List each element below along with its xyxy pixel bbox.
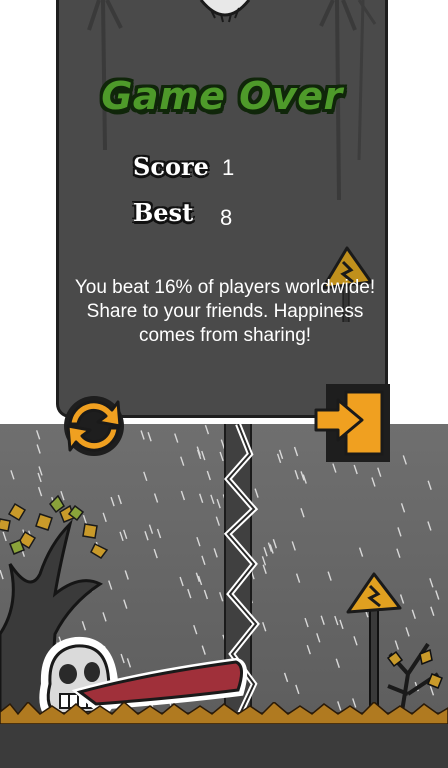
rain-drop [334,615,339,626]
rain-drop [278,449,284,460]
ground [0,702,448,768]
exit-door-icon [314,384,390,462]
rain-drop [198,493,204,503]
rain-drop [304,617,309,628]
rain-drop [193,624,198,635]
rain-drop [283,672,289,683]
rain-drop [430,606,435,616]
rain-drop [37,472,42,483]
rain-drop [295,573,301,583]
rain-drop [153,493,159,503]
rain-drop [140,430,145,440]
rain-drop [411,609,416,619]
share-message-line-3: comes from sharing! [138,325,312,346]
share-message: You beat 16% of players worldwide! Share… [59,276,391,348]
score-value: 1 [222,155,235,180]
share-message-line-1: You beat 16% of players worldwide! [74,277,376,298]
rain-drop [35,430,41,440]
restart-button[interactable] [54,390,134,462]
rain-drop [174,433,179,443]
rain-drop [203,589,209,600]
rain-drop [179,576,184,587]
restart-arrows-icon [64,396,124,456]
rain-drop [201,555,206,566]
rain-drop [148,524,154,534]
rain-drop [396,548,401,558]
ground-grass [0,702,448,724]
rain-drop [435,590,440,600]
rain-drop [204,424,210,435]
rain-drop [180,490,186,501]
rain-drop [36,444,41,454]
rain-drop [397,527,402,537]
rain-drop [358,547,364,557]
rain-drop [180,456,185,466]
skull-peek-icon [199,0,251,23]
rain-drop [272,539,278,549]
rain-drop [335,658,340,668]
rain-drop [353,464,358,475]
rain-drop [377,467,382,477]
rain-drop [427,521,432,531]
rain-drop [187,588,192,599]
best-value: 8 [220,205,233,230]
rain-drop [147,432,152,442]
rain-drop [320,615,325,625]
score-label: Score [133,152,209,181]
rain-drop [153,548,158,559]
rain-drop [300,508,305,518]
rain-drop [427,480,432,490]
rain-drop [429,578,434,588]
rain-drop [400,503,406,513]
share-message-line-2: Share to your friends. Happiness [86,301,364,322]
rain-drop [327,571,332,581]
rain-drop [38,466,43,476]
edge-strip [444,0,448,388]
rain-drop [10,470,15,480]
game-over-title: Game Over [101,74,343,118]
rain-drop [201,450,206,461]
rain-drop [196,536,201,547]
rain-drop [143,471,148,482]
rain-drop [156,528,162,539]
rain-drop [291,541,296,551]
game-scene-background [0,424,448,768]
rain-drop [371,477,376,487]
rain-drop [295,684,300,695]
best-label: Best [133,198,194,227]
rain-drop [316,633,321,643]
rain-drop [144,531,149,541]
game-over-panel: Game Over Score 1 Best 8 You beat 16% of… [56,0,388,418]
rain-drop [294,470,299,480]
game-screen: Game Over Score 1 Best 8 You beat 16% of… [0,0,448,768]
rain-drop [276,453,282,464]
rain-drop [293,446,299,457]
rain-drop [402,455,407,465]
rain-drop [306,644,311,655]
exit-button[interactable] [312,380,394,466]
